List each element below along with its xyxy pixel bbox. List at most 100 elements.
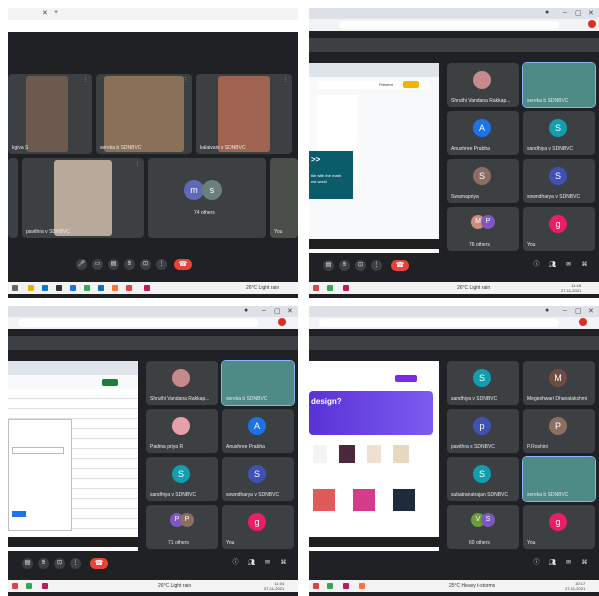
more-options-icon[interactable]: ⋮ [371,260,382,271]
edge-icon[interactable] [98,285,104,291]
raise-hand-icon[interactable]: ✋︎ [38,558,49,569]
raise-hand-icon[interactable]: ✋︎ [339,260,350,271]
participant-tile[interactable] [8,158,18,238]
participant-tile[interactable]: sereka b SDNBVC [522,62,596,108]
participant-tile[interactable]: ⋮ kalaivani s SDNBVC [196,74,292,154]
camera-icon[interactable]: ▭ [92,259,103,270]
present-icon[interactable]: ⊡ [54,558,65,569]
mic-icon[interactable]: 🎤︎ [76,259,87,270]
minimize-icon[interactable]: ● [244,307,248,314]
captions-icon[interactable]: ▤ [108,259,119,270]
participant-tile[interactable]: ⋮ pavithra v SDNBVC [22,158,144,238]
dropbox-icon[interactable] [70,285,76,291]
hangup-icon[interactable]: ☎ [90,558,108,569]
minimize-icon[interactable]: ● [545,307,549,314]
address-bar[interactable] [18,319,258,327]
present-icon[interactable]: ⊡ [140,259,151,270]
present-icon[interactable]: ⊡ [355,260,366,271]
app-icon[interactable] [313,285,319,291]
files-icon[interactable] [28,285,34,291]
maximize-icon[interactable]: ▢ [575,307,582,315]
others-tile[interactable]: M P 76 others [447,207,519,251]
meet-icon[interactable] [144,285,150,291]
self-tile[interactable]: g You [523,207,595,251]
more-options-icon[interactable]: ⋮ [70,558,81,569]
raise-hand-icon[interactable]: ✋︎ [124,259,135,270]
minimize-icon[interactable]: – [563,307,567,314]
info-icon[interactable]: ⓘ [531,260,542,271]
participant-tile[interactable]: Shruthi Vandana Rakkap... [146,361,218,405]
app-icon[interactable] [359,583,365,589]
firefox-icon[interactable] [112,285,118,291]
participant-tile[interactable]: sereka b SDNBVC [522,456,596,502]
new-tab-icon[interactable]: + [54,9,58,16]
activities-icon[interactable]: ⌘ [579,260,590,271]
others-tile[interactable]: V S 60 others [447,505,519,549]
chrome-icon[interactable] [327,285,333,291]
people-icon[interactable]: 👥︎ [246,558,257,569]
app-icon[interactable] [126,285,132,291]
captions-icon[interactable]: ▤ [22,558,33,569]
store-icon[interactable] [42,285,48,291]
close-icon[interactable]: ✕ [588,307,594,315]
hangup-icon[interactable]: ☎ [391,260,409,271]
activities-icon[interactable]: ⌘ [579,558,590,569]
participant-tile[interactable]: S sowndharya v SDNBVC [523,159,595,203]
participant-tile[interactable]: P P.Roshini [523,409,595,453]
profile-avatar[interactable] [278,318,286,326]
chrome-icon[interactable] [26,583,32,589]
search-icon[interactable] [12,285,18,291]
maximize-icon[interactable]: ▢ [274,307,281,315]
participant-tile[interactable]: A Anushree Prabha [222,409,294,453]
meet-icon[interactable] [42,583,48,589]
participant-tile[interactable]: A Anushree Prabha [447,111,519,155]
info-icon[interactable]: ⓘ [531,558,542,569]
close-icon[interactable]: ✕ [588,9,594,17]
minimize-icon[interactable]: ● [545,9,549,16]
participant-tile[interactable]: S sandhiya v SDNBVC [146,457,218,501]
hangup-icon[interactable]: ☎ [174,259,192,270]
participant-tile[interactable]: S Swarnapriya [447,159,519,203]
profile-avatar[interactable] [579,318,587,326]
self-tile[interactable]: You [270,158,298,238]
more-options-icon[interactable]: ⋮ [156,259,167,270]
info-icon[interactable]: ⓘ [230,558,241,569]
address-bar[interactable] [339,21,559,29]
minimize-icon[interactable]: – [563,9,567,16]
activities-icon[interactable]: ⌘ [278,558,289,569]
captions-icon[interactable]: ▤ [323,260,334,271]
participant-tile[interactable]: ⋮ kgiva S [8,74,92,154]
app-icon[interactable] [56,285,62,291]
participant-tile[interactable]: p pavithra s SDNBVC [447,409,519,453]
maximize-icon[interactable]: ▢ [575,9,582,17]
participant-tile[interactable]: S sandhiya v SDNBVC [523,111,595,155]
participant-tile[interactable]: M Megeshwari Dhanalakshmi [523,361,595,405]
participant-tile[interactable]: S sowndharya v SDNBVC [222,457,294,501]
others-tile[interactable]: P P 71 others [146,505,218,549]
address-bar[interactable] [319,319,559,327]
app-icon[interactable] [12,583,18,589]
self-tile[interactable]: g You [523,505,595,549]
people-icon[interactable]: 👥︎ [547,260,558,271]
chat-icon[interactable]: ✉︎ [563,260,574,271]
participant-tile[interactable]: Shruthi Vandana Rakkap... [447,63,519,107]
meet-icon[interactable] [343,285,349,291]
participant-tile[interactable]: ⋮ sereka b SDNBVC [96,74,192,154]
meet-icon[interactable] [343,583,349,589]
chrome-icon[interactable] [327,583,333,589]
participant-tile[interactable]: sereka b SDNBVC [221,360,295,406]
others-tile[interactable]: m s 74 others [148,158,266,238]
profile-avatar[interactable] [588,20,596,28]
people-icon[interactable]: 👥︎ [547,558,558,569]
self-tile[interactable]: g You [222,505,294,549]
close-tab-icon[interactable]: ✕ [42,9,48,17]
participant-tile[interactable]: S sandhiya v SDNBVC [447,361,519,405]
participant-tile[interactable]: S subatranatrajan SDNBVC [447,457,519,501]
chat-icon[interactable]: ✉︎ [262,558,273,569]
chat-icon[interactable]: ✉︎ [563,558,574,569]
app-icon[interactable] [313,583,319,589]
participant-tile[interactable]: Padma priya R [146,409,218,453]
close-icon[interactable]: ✕ [287,307,293,315]
chrome-icon[interactable] [84,285,90,291]
minimize-icon[interactable]: – [262,307,266,314]
